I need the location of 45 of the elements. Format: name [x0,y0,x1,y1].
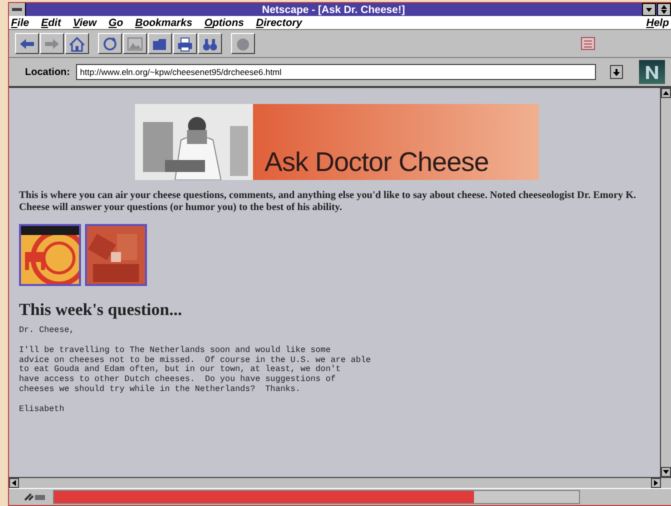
menu-item[interactable]: Directory [256,16,302,28]
find-button[interactable] [198,33,222,54]
right-arrow-icon [654,480,658,486]
scroll-down-button[interactable] [661,467,671,477]
menu-item[interactable]: Help [646,16,669,28]
menu-item[interactable]: Edit [41,16,61,28]
menu-item[interactable]: Options [204,16,244,28]
netscape-logo[interactable] [639,60,665,84]
menu-item[interactable]: Go [108,16,124,28]
home-button[interactable] [65,33,89,54]
security-icon [581,37,595,50]
scroll-right-button[interactable] [651,478,661,488]
down-arrow-icon [663,470,669,474]
down-arrow-icon [613,68,620,76]
printer-icon [175,34,195,52]
home-icon [67,34,87,52]
intro-paragraph: This is where you can air your cheese questions, comments, and anything else you'd like to say about cheese. Noted cheeseologist Dr. Emory K. Cheese will answer your questions (or humor you) to the best of his ability. [19,190,638,214]
menu-item[interactable]: File [11,16,30,28]
letter-text: Elisabeth [19,404,66,415]
banner-title: Ask Doctor Cheese [252,104,538,180]
down-arrow-icon [646,8,652,12]
print-button[interactable] [173,33,197,54]
system-menu-button[interactable] [9,3,26,16]
scroll-left-button[interactable] [9,478,19,488]
maximize-button[interactable] [657,3,671,16]
menu-item[interactable]: View [72,16,97,28]
up-down-arrows-icon [661,5,667,14]
mountain-icon [125,34,145,52]
minimize-button[interactable] [642,3,656,16]
history-dropdown-button[interactable] [610,65,623,79]
menu-item[interactable]: Bookmarks [135,16,192,28]
left-arrow-icon [12,480,16,486]
up-arrow-icon [663,91,669,95]
dash-icon [12,8,22,11]
open-button[interactable] [148,33,172,54]
letter-text: I'll be travelling to The Netherlands soon and would like some advice on cheeses not to be missed. Of course in the U.S. we are able to eat Gouda and Edam often, but in our town, at least, we don't have access to other Dutch cheeses. Do you have suggestions of cheeses we should try while in the Netherlands? Thanks. [19,346,372,395]
reload-button[interactable] [98,33,122,54]
location-field[interactable]: http://www.eln.org/~kpw/cheesenet95/drcheese6.html [76,64,596,80]
location-label: Location: [25,66,70,78]
back-button[interactable] [15,33,39,54]
n-letter-icon [644,64,660,80]
section-heading: This week's question... [19,300,183,320]
window-title: Netscape - [Ask Dr. Cheese!] [261,4,406,16]
letter-text: Dr. Cheese, [19,326,76,336]
scroll-up-button[interactable] [661,88,671,98]
